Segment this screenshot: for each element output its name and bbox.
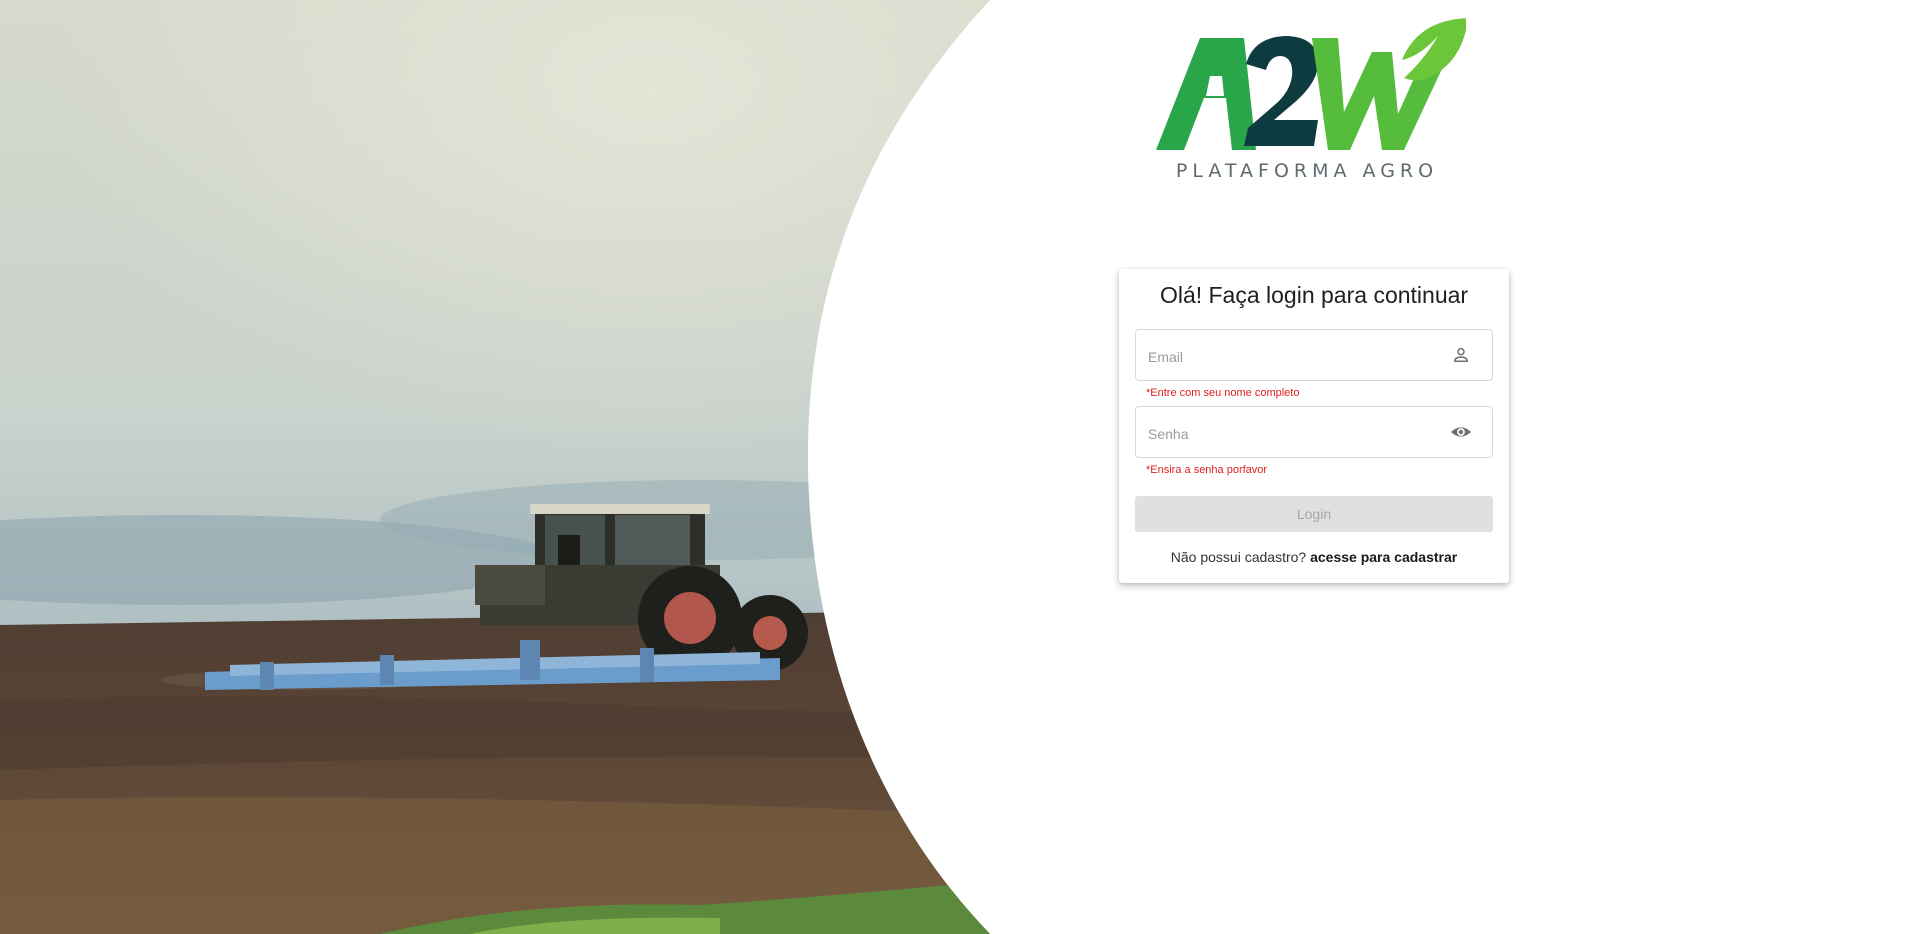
person-icon — [1450, 344, 1472, 366]
signup-link[interactable]: acesse para cadastrar — [1310, 549, 1457, 565]
hero-background — [0, 0, 1919, 934]
email-input[interactable] — [1146, 342, 1440, 372]
email-field[interactable] — [1135, 329, 1493, 381]
logo-tagline: PLATAFORMA AGRO — [1175, 160, 1439, 182]
password-input[interactable] — [1146, 419, 1440, 449]
login-title: Olá! Faça login para continuar — [1159, 282, 1469, 308]
eye-icon[interactable] — [1450, 421, 1472, 443]
tractor-field-image — [0, 0, 990, 934]
brand-logo: PLATAFORMA AGRO — [1148, 16, 1466, 184]
password-error: *Ensira a senha porfavor — [1146, 464, 1268, 476]
email-error: *Entre com seu nome completo — [1146, 387, 1300, 399]
login-button[interactable]: Login — [1135, 496, 1493, 532]
a2w-logo-mark — [1156, 18, 1466, 150]
signup-prompt-text: Não possui cadastro? — [1170, 549, 1307, 565]
signup-prompt: Não possui cadastro? acesse para cadastr… — [1119, 549, 1509, 565]
login-card: Olá! Faça login para continuar *Entre co… — [1119, 269, 1509, 583]
password-field[interactable] — [1135, 406, 1493, 458]
